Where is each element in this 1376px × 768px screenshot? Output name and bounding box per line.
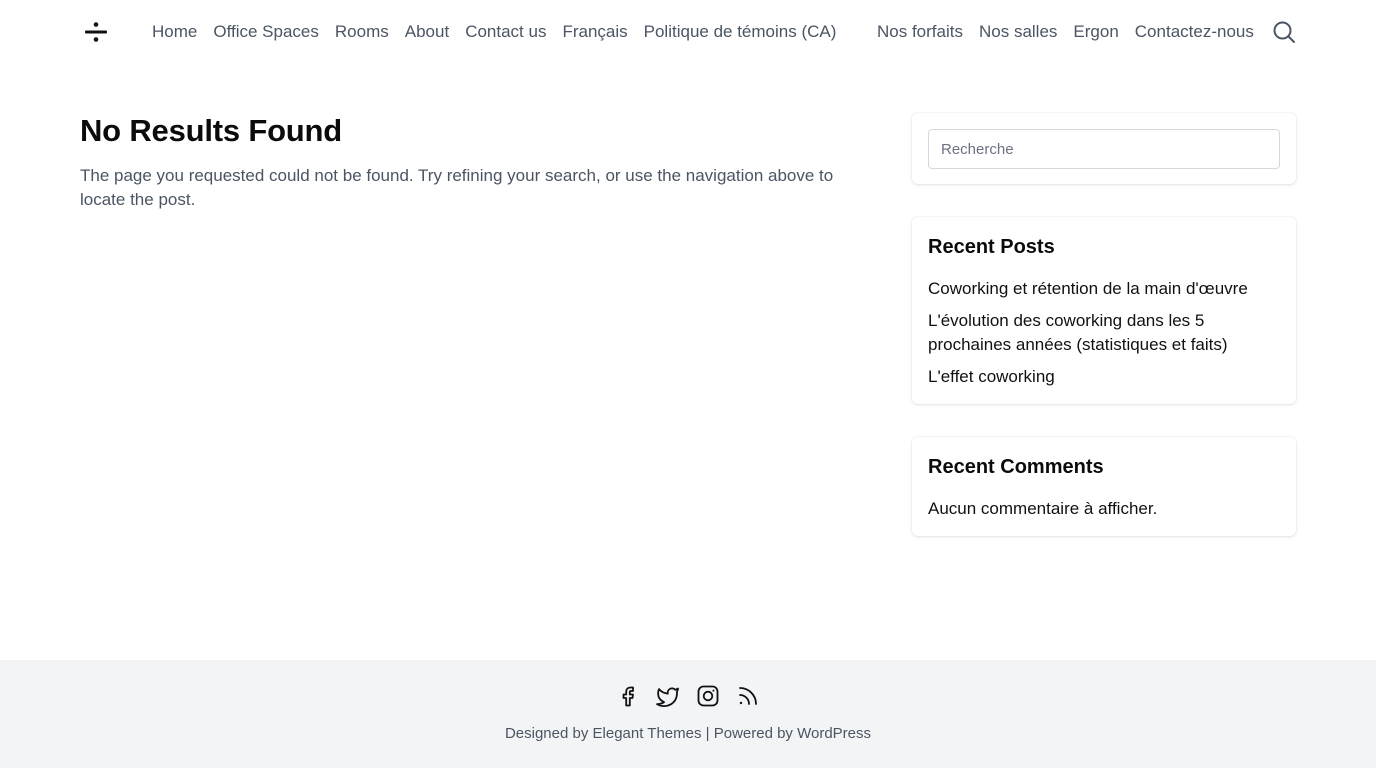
nav-item-francais[interactable]: Français <box>554 0 635 64</box>
recent-post-link[interactable]: Coworking et rétention de la main d'œuvr… <box>928 277 1280 301</box>
recent-post-link[interactable]: L'effet coworking <box>928 365 1280 389</box>
nav-item-contactez-nous[interactable]: Contactez-nous <box>1127 0 1262 64</box>
nav-item-home[interactable]: Home <box>144 0 205 64</box>
main-content: No Results Found The page you requested … <box>80 112 860 212</box>
no-results-message: The page you requested could not be foun… <box>80 166 834 209</box>
nav-item-rooms[interactable]: Rooms <box>327 0 397 64</box>
primary-nav: Home Office Spaces Rooms About Contact u… <box>144 0 844 64</box>
recent-posts-title: Recent Posts <box>928 236 1055 258</box>
nav-item-office-spaces[interactable]: Office Spaces <box>205 0 327 64</box>
recent-comments-widget: Recent Comments Aucun commentaire à affi… <box>912 437 1296 536</box>
site-footer: Designed by Elegant Themes | Powered by … <box>0 660 1376 768</box>
recent-posts-widget: Recent Posts Coworking et rétention de l… <box>912 217 1296 404</box>
nav-item-nos-salles[interactable]: Nos salles <box>971 0 1065 64</box>
recent-post-link[interactable]: L'évolution des coworking dans les 5 pro… <box>928 309 1280 357</box>
instagram-icon[interactable] <box>696 684 720 708</box>
footer-credits: Designed by Elegant Themes | Powered by … <box>0 724 1376 744</box>
nav-item-about[interactable]: About <box>397 0 457 64</box>
divide-icon[interactable] <box>84 20 108 44</box>
rss-icon[interactable] <box>736 684 760 708</box>
recent-comments-title: Recent Comments <box>928 456 1104 478</box>
facebook-icon[interactable] <box>616 684 640 708</box>
powered-by-prefix: Powered by <box>713 725 798 742</box>
search-input[interactable] <box>928 129 1280 169</box>
twitter-icon[interactable] <box>656 684 680 708</box>
no-comments-text: Aucun commentaire à afficher. <box>928 499 1158 518</box>
search-icon[interactable] <box>1272 20 1296 44</box>
recent-posts-list: Coworking et rétention de la main d'œuvr… <box>928 277 1280 389</box>
nav-item-politique-temoins[interactable]: Politique de témoins (CA) <box>636 0 845 64</box>
page-title: No Results Found <box>80 113 343 148</box>
credits-separator: | <box>701 725 714 742</box>
secondary-nav: Nos forfaits Nos salles Ergon Contactez-… <box>869 0 1262 64</box>
search-widget <box>912 113 1296 184</box>
nav-item-ergon[interactable]: Ergon <box>1065 0 1126 64</box>
nav-item-contact-us[interactable]: Contact us <box>457 0 554 64</box>
site-header: Home Office Spaces Rooms About Contact u… <box>0 0 1376 64</box>
designed-by-prefix: Designed by <box>504 725 593 742</box>
wordpress-link[interactable]: WordPress <box>797 725 871 742</box>
social-links <box>0 684 1376 708</box>
nav-item-nos-forfaits[interactable]: Nos forfaits <box>869 0 971 64</box>
elegant-themes-link[interactable]: Elegant Themes <box>593 725 702 742</box>
